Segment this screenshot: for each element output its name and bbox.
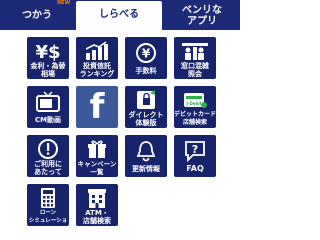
direct-lock-icon [125, 89, 167, 111]
tile-usage-notes-label: ご利用に あたって [34, 160, 62, 176]
tile-counter-congestion-label: 窓口混雑 照会 [181, 62, 209, 78]
tile-update-info[interactable]: 更新情報 [125, 135, 167, 177]
tile-cm-video-label: CM動画 [34, 116, 62, 124]
tab-use[interactable]: つかう [0, 2, 74, 30]
tab-convenient-apps[interactable]: ベンリな アプリ [164, 2, 240, 30]
svg-text:J-Debit: J-Debit [185, 101, 201, 106]
tab-convenient-apps-label: ベンリな アプリ [182, 5, 222, 27]
gift-icon [76, 138, 118, 160]
tile-campaign-list[interactable]: キャンペーン 一覧 [76, 135, 118, 177]
tile-fund-ranking-label: 投資信託 ランキング [79, 62, 115, 78]
tile-direct-trial[interactable]: ダイレクト 体験版 [125, 86, 167, 128]
svg-text:?: ? [192, 143, 198, 156]
tile-debit-card-store-search-label: デビットカード 店舗検索 [174, 111, 216, 126]
tile-direct-trial-label: ダイレクト 体験版 [128, 111, 164, 127]
question-bubble-icon: ? [174, 140, 216, 162]
tab-search[interactable]: しらべる [76, 1, 162, 30]
tv-icon [27, 91, 69, 113]
tile-rates-exchange[interactable]: ¥$ 金利・為替 相場 [27, 37, 69, 79]
yen-coin-icon: ¥ [125, 42, 167, 64]
tile-update-info-label: 更新情報 [132, 165, 160, 173]
bar-chart-rising-icon [76, 40, 118, 62]
tile-atm-store-search[interactable]: ATM・ 店舗検索 [76, 184, 118, 226]
building-icon [76, 187, 118, 209]
svg-text:¥: ¥ [142, 47, 151, 61]
tile-counter-congestion[interactable]: 窓口混雑 照会 [174, 37, 216, 79]
svg-text:¥$: ¥$ [35, 42, 60, 61]
tile-debit-card-store-search[interactable]: J-Debit デビットカード 店舗検索 [174, 86, 216, 128]
new-badge: NEW [57, 0, 71, 6]
app-screen: つかう しらべる ベンリな アプリ NEW ¥$ 金利・為替 相場 投資信託 ラ… [0, 0, 240, 240]
tile-cm-video[interactable]: CM動画 [27, 86, 69, 128]
tile-fund-ranking[interactable]: 投資信託 ランキング [76, 37, 118, 79]
tile-fees-label: 手数料 [135, 67, 157, 75]
tile-atm-store-search-label: ATM・ 店舗検索 [83, 209, 111, 225]
tab-use-label: つかう [22, 10, 52, 21]
tile-loan-simulation[interactable]: ローン シミュレーション [27, 184, 69, 226]
tile-usage-notes[interactable]: ご利用に あたって [27, 135, 69, 177]
facebook-icon: f [89, 87, 105, 127]
counter-queue-icon [174, 40, 216, 62]
yen-dollar-icon: ¥$ [27, 40, 69, 62]
tile-rates-exchange-label: 金利・為替 相場 [30, 62, 66, 78]
calculator-icon [27, 187, 69, 209]
debit-card-icon: J-Debit [174, 89, 216, 111]
tile-loan-simulation-label: ローン シミュレーション [28, 210, 68, 224]
tile-faq-label: FAQ [186, 164, 204, 173]
tile-fees[interactable]: ¥ 手数料 [125, 37, 167, 79]
tab-search-label: しらべる [99, 9, 139, 20]
tile-facebook[interactable]: f [76, 86, 118, 128]
tile-campaign-list-label: キャンペーン 一覧 [77, 160, 117, 176]
bell-icon [125, 140, 167, 162]
tile-faq[interactable]: ? FAQ [174, 135, 216, 177]
exclamation-circle-icon [27, 138, 69, 160]
tab-bar: つかう しらべる ベンリな アプリ NEW [0, 0, 240, 30]
